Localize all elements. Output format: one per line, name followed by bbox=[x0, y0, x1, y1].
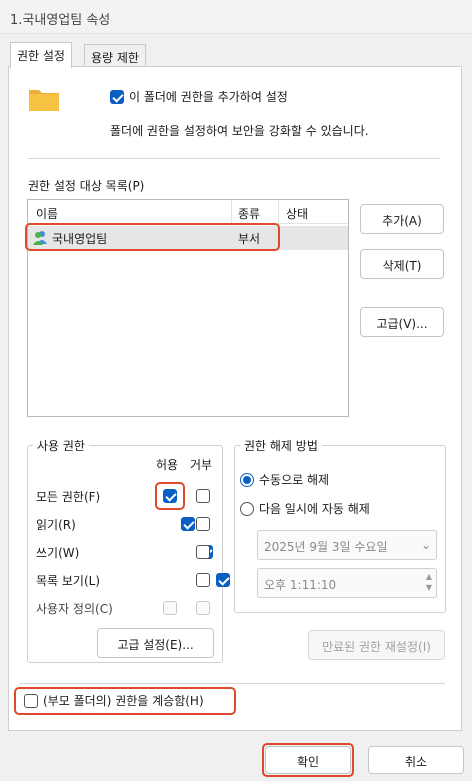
advanced-button[interactable]: 고급(V)... bbox=[360, 307, 444, 337]
highlight-inherit-marker bbox=[14, 687, 236, 715]
permission-label-read: 읽기(R) bbox=[36, 518, 76, 532]
add-permission-checkbox[interactable] bbox=[110, 89, 124, 104]
release-auto-option[interactable]: 다음 일시에 자동 해제 bbox=[240, 500, 370, 517]
tab-permission-settings[interactable]: 권한 설정 bbox=[10, 42, 72, 68]
chevron-down-icon: ⌄ bbox=[420, 538, 431, 552]
deny-full-checkbox[interactable] bbox=[196, 489, 210, 503]
target-list-title: 권한 설정 대상 목록(P) bbox=[28, 179, 145, 193]
deny-read-checkbox[interactable] bbox=[196, 517, 210, 531]
release-manual-option[interactable]: 수동으로 해제 bbox=[240, 471, 329, 488]
highlight-ok-marker bbox=[262, 743, 354, 777]
date-value: 2025년 9월 3일 수요일 bbox=[264, 540, 388, 554]
allow-read-checkbox[interactable] bbox=[180, 517, 195, 531]
separator bbox=[28, 158, 440, 159]
auto-label: 다음 일시에 자동 해제 bbox=[259, 502, 370, 516]
add-permission-checkbox-row[interactable]: 이 폴더에 권한을 추가하여 설정 bbox=[110, 88, 288, 105]
deny-custom-checkbox bbox=[196, 601, 210, 615]
advanced-settings-button[interactable]: 고급 설정(E)... bbox=[97, 628, 214, 658]
tab-label: 권한 설정 bbox=[17, 49, 65, 63]
release-method-title: 권한 해제 방법 bbox=[240, 437, 322, 454]
folder-icon bbox=[28, 86, 60, 112]
usage-permissions-title: 사용 권한 bbox=[33, 437, 89, 454]
manual-radio[interactable] bbox=[240, 472, 254, 487]
allow-column-label: 허용 bbox=[156, 458, 179, 472]
title-bar: 1.국내영업팀 속성 bbox=[0, 0, 472, 34]
column-divider bbox=[278, 200, 279, 224]
column-header-type[interactable]: 종류 bbox=[238, 205, 260, 222]
column-divider bbox=[231, 200, 232, 224]
tab-label: 용량 제한 bbox=[91, 51, 139, 65]
description-text: 폴더에 권한을 설정하여 보안을 강화할 수 있습니다. bbox=[110, 124, 369, 138]
permission-label-write: 쓰기(W) bbox=[36, 546, 80, 560]
reset-expired-button: 만료된 권한 재설정(I) bbox=[308, 630, 445, 660]
tab-quota-limit[interactable]: 용량 제한 bbox=[84, 44, 146, 68]
add-button[interactable]: 추가(A) bbox=[360, 204, 444, 234]
permission-label-full: 모든 권한(F) bbox=[36, 490, 101, 504]
allow-list-checkbox[interactable] bbox=[216, 573, 231, 587]
delete-button[interactable]: 삭제(T) bbox=[360, 249, 444, 279]
permission-label-list: 목록 보기(L) bbox=[36, 574, 101, 588]
time-picker: 오후 1:11:10 ▲ ▼ bbox=[257, 568, 437, 598]
date-picker: 2025년 9월 3일 수요일 ⌄ bbox=[257, 530, 437, 560]
window-title: 1.국내영업팀 속성 bbox=[10, 13, 111, 28]
list-header: 이름 종류 상태 bbox=[28, 200, 348, 224]
time-value: 오후 1:11:10 bbox=[264, 578, 337, 592]
deny-write-checkbox[interactable] bbox=[196, 545, 210, 559]
spinner-icon: ▲ ▼ bbox=[425, 572, 432, 592]
allow-custom-checkbox bbox=[163, 601, 177, 615]
separator bbox=[20, 683, 445, 684]
deny-column-label: 거부 bbox=[190, 458, 213, 472]
add-permission-label: 이 폴더에 권한을 추가하여 설정 bbox=[129, 90, 288, 104]
column-header-status[interactable]: 상태 bbox=[286, 205, 308, 222]
highlight-row-marker bbox=[25, 223, 280, 251]
highlight-allow-marker bbox=[155, 482, 185, 510]
auto-radio[interactable] bbox=[240, 501, 254, 516]
column-header-name[interactable]: 이름 bbox=[36, 205, 58, 222]
cancel-button[interactable]: 취소 bbox=[368, 746, 464, 774]
manual-label: 수동으로 해제 bbox=[259, 473, 330, 487]
deny-list-checkbox[interactable] bbox=[196, 573, 210, 587]
permission-label-custom: 사용자 정의(C) bbox=[36, 602, 113, 616]
